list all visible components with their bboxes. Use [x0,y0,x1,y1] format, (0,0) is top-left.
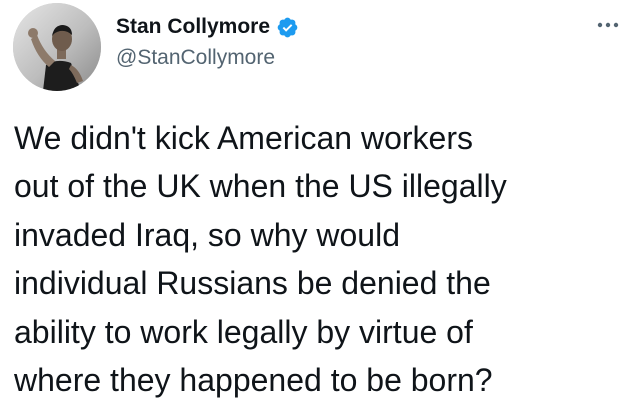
author-display-name[interactable]: Stan Collymore [116,15,270,39]
tweet-card: Stan Collymore @StanCollymore We didn't … [0,0,641,405]
author-avatar[interactable] [13,3,101,91]
verified-badge-icon [276,16,299,39]
more-options-button[interactable] [588,10,628,40]
more-dots-icon [597,22,619,28]
tweet-text: We didn't kick American workers out of t… [14,114,634,404]
tweet-text-line: where they happened to be born? [14,362,493,399]
tweet-text-line: out of the UK when the US illegally [14,168,507,205]
profile-photo [13,3,101,91]
tweet-text-line: invaded Iraq, so why would [14,216,400,253]
tweet-text-line: ability to work legally by virtue of [14,313,473,350]
author-handle[interactable]: @StanCollymore [116,46,275,70]
author-name-row: Stan Collymore [116,12,299,42]
tweet-text-line: We didn't kick American workers [14,120,473,156]
tweet-text-line: individual Russians be denied the [14,265,491,302]
